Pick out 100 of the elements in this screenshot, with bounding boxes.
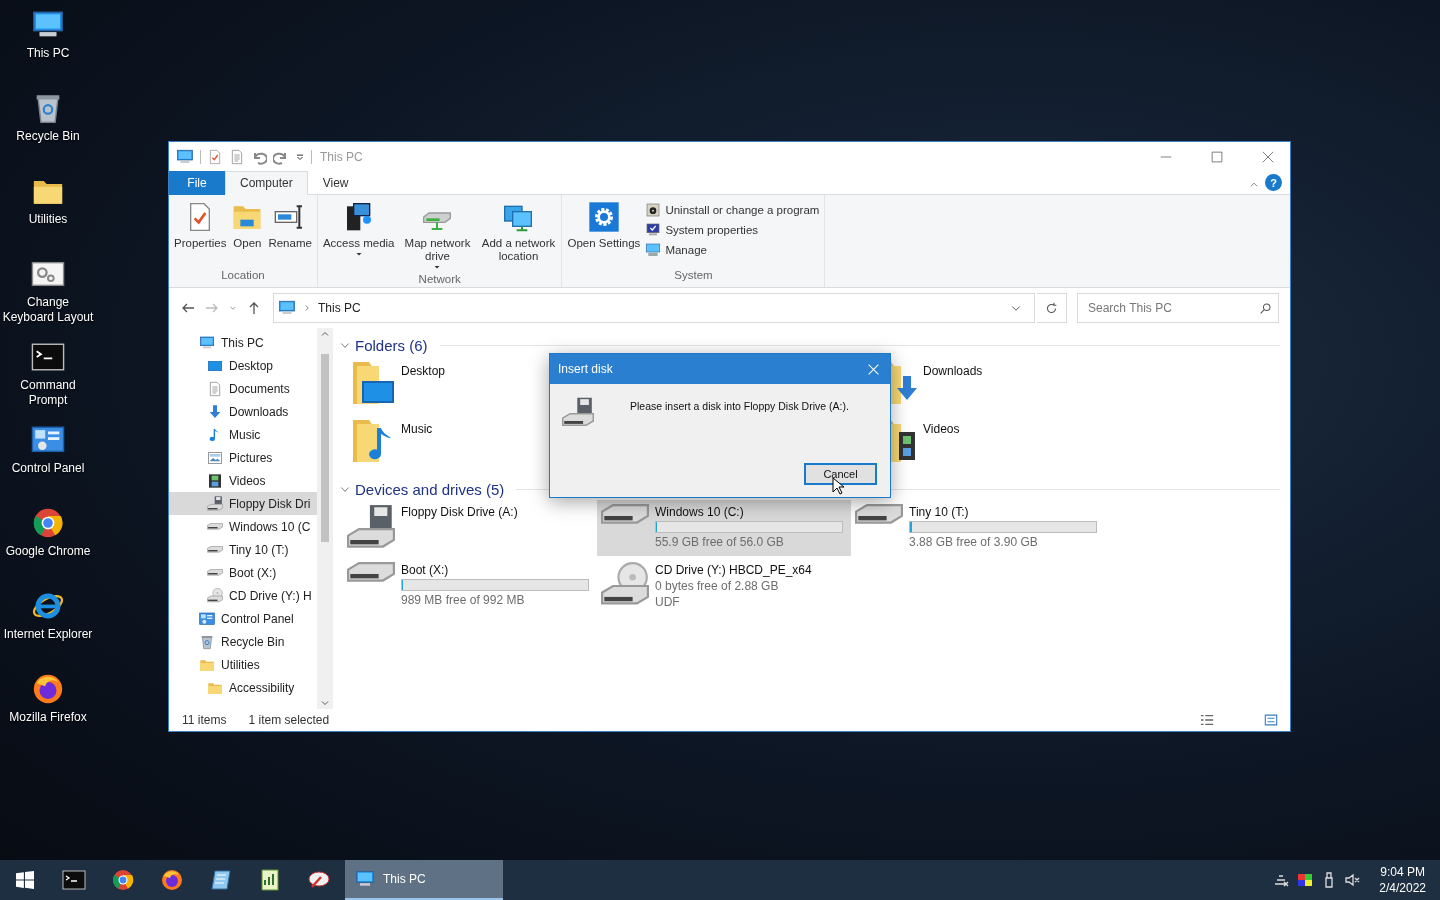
refresh-button[interactable] [1037,293,1067,323]
computer-check-icon [645,222,662,238]
drive-icon [601,504,649,524]
nav-item[interactable]: CD Drive (Y:) H [169,584,317,607]
document-icon [207,380,223,397]
ribbon-button[interactable]: Access media [320,199,397,260]
nav-item[interactable]: Desktop [169,354,317,377]
scrollbar-thumb[interactable] [321,354,329,542]
ribbon-button[interactable]: Open [229,199,266,252]
desktop-shortcut[interactable]: This PC [0,8,96,91]
section-header[interactable]: Folders (6) [339,334,1280,356]
drive-icon [207,546,223,553]
nav-item[interactable]: Tiny 10 (T:) [169,538,317,561]
nav-item[interactable]: Recycle Bin [169,630,317,653]
nav-item[interactable]: This PC [169,331,317,354]
ribbon-button[interactable]: Uninstall or change a program [643,201,822,219]
clock-time[interactable]: 9:04 PM [1380,864,1425,880]
ribbon-tab[interactable]: View [307,171,364,195]
drive-item[interactable]: Boot (X:) 989 MB free of 992 MB [343,558,597,614]
muted-speaker-icon [1345,872,1362,888]
close-icon [866,362,880,376]
drive-item[interactable]: Windows 10 (C:) 55.9 GB free of 56.0 GB [597,500,851,556]
ribbon-tab[interactable]: Computer [225,171,308,195]
color-grid-icon [1297,872,1314,888]
ribbon-button[interactable]: Add a network location [478,199,559,265]
group-label: System [673,269,714,283]
nav-item[interactable]: Documents [169,377,317,400]
nav-item[interactable]: Videos [169,469,317,492]
clock-date[interactable]: 2/4/2022 [1379,880,1426,896]
maximize-icon [1210,150,1223,163]
details-view-icon [1200,713,1214,727]
checked-page-icon [207,148,223,165]
scrollbar[interactable] [317,328,333,709]
nav-item[interactable]: Floppy Disk Dri [169,492,317,515]
collapse-ribbon-button[interactable] [1249,180,1259,190]
download-arrow-icon [207,403,223,420]
disc-drive-icon [207,588,223,603]
nav-item[interactable]: Pictures [169,446,317,469]
item-count: 11 items [182,713,227,727]
computer-icon [355,869,375,889]
nav-item[interactable]: Utilities [169,653,317,676]
group-label: Location [220,269,266,283]
ribbon-button[interactable]: Manage [643,241,822,259]
help-button[interactable]: ? [1265,174,1282,191]
ribbon-button[interactable]: Properties [172,199,229,252]
browser-icon [159,868,184,892]
desktop-shortcut[interactable]: Google Chrome [0,506,96,589]
desktop-shortcut[interactable]: Control Panel [0,423,96,506]
computer-manage-icon [645,242,662,258]
desktop-shortcut[interactable]: Recycle Bin [0,91,96,174]
chevron-up-icon [1249,180,1259,190]
document-icon [229,148,245,165]
desktop-shortcut[interactable]: Utilities [0,174,96,257]
drive-icon [207,523,223,530]
address-field[interactable]: This PC [273,293,1035,323]
taskbar-task[interactable]: This PC [345,860,503,900]
drive-item[interactable]: Floppy Disk Drive (A:) [343,500,597,556]
refresh-icon [1045,301,1058,315]
close-icon [1261,150,1274,163]
cancel-button[interactable]: Cancel [804,463,877,485]
windows-logo-icon [15,871,34,889]
browser-icon [31,506,65,540]
desktop-shortcut[interactable]: Internet Explorer [0,589,96,672]
dialog-title: Insert disk [558,362,614,376]
drive-item[interactable]: CD Drive (Y:) HBCD_PE_x64 0 bytes free of 2.88 GB UDF [597,558,851,614]
nav-item[interactable]: Boot (X:) [169,561,317,584]
control-panel-icon [199,610,215,627]
desktop-shortcut[interactable]: Change Keyboard Layout [0,257,96,340]
browser-icon [31,672,65,706]
computer-icon [176,147,194,166]
caret-icon [295,151,305,162]
nav-item[interactable]: Windows 10 (C [169,515,317,538]
folder-item[interactable]: Music [343,414,597,470]
computer-icon [199,334,215,351]
desktop-shortcut[interactable]: Mozilla Firefox [0,672,96,755]
search-icon [1259,301,1272,315]
nav-item[interactable]: Accessibility [169,676,317,699]
floppy-drive-icon [562,397,594,427]
ribbon-tab[interactable]: File [169,171,225,195]
drive-icon [207,569,223,576]
ribbon-button[interactable]: System properties [643,221,822,239]
desktop-shortcut[interactable]: Command Prompt [0,340,96,423]
group-label: Network [417,273,462,287]
network-icon [1273,872,1290,888]
nav-item[interactable]: Downloads [169,400,317,423]
search-field[interactable]: Search This PC [1077,293,1279,323]
floppy-drive-icon [347,504,395,548]
ribbon-button[interactable]: Rename [266,199,314,252]
ribbon-button[interactable]: Open Settings [565,199,643,252]
drive-item[interactable]: Tiny 10 (T:) 3.88 GB free of 3.90 GB [851,500,1105,556]
drive-icon [347,562,395,582]
nav-item[interactable]: Music [169,423,317,446]
picture-icon [207,449,223,466]
computer-icon [278,299,296,317]
dialog-message: Please insert a disk into Floppy Disk Drive (A:). [630,400,849,412]
ribbon-button[interactable]: Map network drive [397,199,478,273]
nav-item[interactable]: Control Panel [169,607,317,630]
film-strip-icon [207,472,223,489]
disc-drive-icon [601,562,649,605]
mouse-cursor-icon [832,477,844,495]
